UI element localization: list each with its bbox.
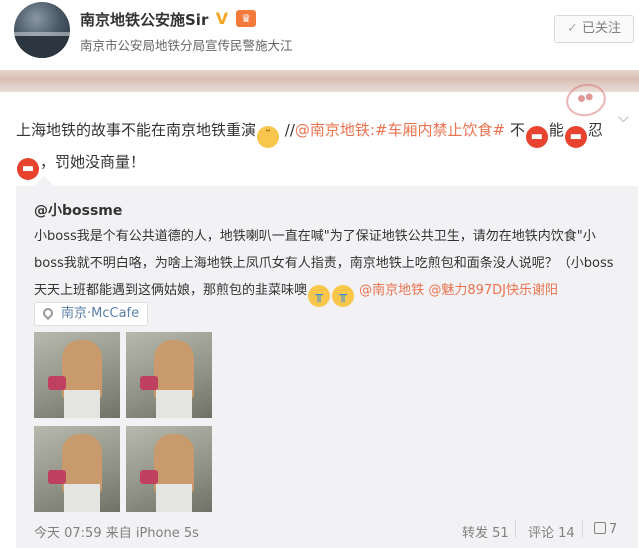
cry-emoji-icon: ╥ — [308, 285, 331, 307]
post-header: 南京地铁公安施Sir V ♛ 南京市公安局地铁分局宣传民警施大江 ✓ 已关注 — [0, 0, 639, 70]
comment-button[interactable]: 评论 14 — [528, 522, 575, 541]
author-name[interactable]: 南京地铁公安施Sir — [80, 9, 208, 30]
photo-bag — [48, 376, 66, 390]
photo-legs — [64, 390, 100, 418]
location-label: 南京·McCafe — [61, 306, 140, 321]
photo-thumbnail[interactable] — [126, 426, 212, 512]
footer-divider — [582, 520, 583, 538]
cry-emoji-icon: ╥ — [332, 285, 355, 307]
mention-link[interactable]: @南京地铁 — [295, 121, 370, 139]
like-button[interactable]: 7 — [594, 522, 617, 537]
post-text-part: 上海地铁的故事不能在南京地铁重演 — [16, 121, 257, 139]
header-divider-band — [0, 70, 639, 92]
avatar[interactable] — [14, 2, 70, 58]
sleepy-emoji-icon: ˘ — [257, 126, 280, 148]
mention-link[interactable]: @魅力897DJ快乐谢阳 — [428, 283, 558, 298]
post-text-part: 忍 — [587, 121, 603, 139]
location-pin-icon — [40, 305, 56, 321]
post-text-part: // — [280, 121, 295, 139]
post-text-part: 不 — [505, 121, 525, 139]
repost-button[interactable]: 转发 51 — [462, 522, 509, 541]
angry-emoji-icon: ▬ — [525, 126, 548, 148]
thumbs-up-icon — [594, 522, 606, 534]
photo-thumbnail[interactable] — [126, 332, 212, 418]
post-text-part: 能 — [548, 121, 564, 139]
photo-legs — [156, 484, 192, 512]
mention-link[interactable]: @南京地铁 — [359, 283, 424, 298]
retweet-user-link[interactable]: @小bossme — [34, 200, 122, 220]
photo-bag — [140, 470, 158, 484]
photo-legs — [64, 484, 100, 512]
v-verified-icon: V — [215, 9, 229, 28]
photo-thumbnail[interactable] — [34, 332, 120, 418]
angry-emoji-icon: ▬ — [564, 126, 587, 148]
photo-thumbnail[interactable] — [34, 426, 120, 512]
retweet-pointer — [34, 176, 54, 186]
chevron-down-icon[interactable]: ⌵ — [618, 110, 629, 126]
crown-icon[interactable]: ♛ — [236, 10, 256, 27]
retweet-text: 小boss我是个有公共道德的人，地铁喇叭一直在喊"为了保证地铁公共卫生，请勿在地… — [34, 223, 619, 307]
photo-legs — [156, 390, 192, 418]
check-icon: ✓ — [567, 21, 578, 36]
topic-link[interactable]: :#车厢内禁止饮食# — [370, 121, 505, 139]
location-tag[interactable]: 南京·McCafe — [34, 302, 149, 326]
footer-divider — [515, 520, 516, 538]
post-text-part: ，罚她没商量！ — [40, 153, 146, 171]
photo-bag — [140, 376, 158, 390]
photo-bag — [48, 470, 66, 484]
follow-button[interactable]: ✓ 已关注 — [554, 15, 634, 43]
post-text: 上海地铁的故事不能在南京地铁重演 ˘ //@南京地铁:#车厢内禁止饮食# 不 ▬ 能 ▬… — [16, 116, 616, 180]
follow-label: 已关注 — [581, 21, 621, 36]
author-description: 南京市公安局地铁分局宣传民警施大江 — [80, 38, 293, 53]
avatar-ground — [14, 36, 70, 58]
post-time-source[interactable]: 今天 07:59 来自 iPhone 5s — [34, 522, 199, 541]
like-count: 7 — [609, 522, 618, 537]
